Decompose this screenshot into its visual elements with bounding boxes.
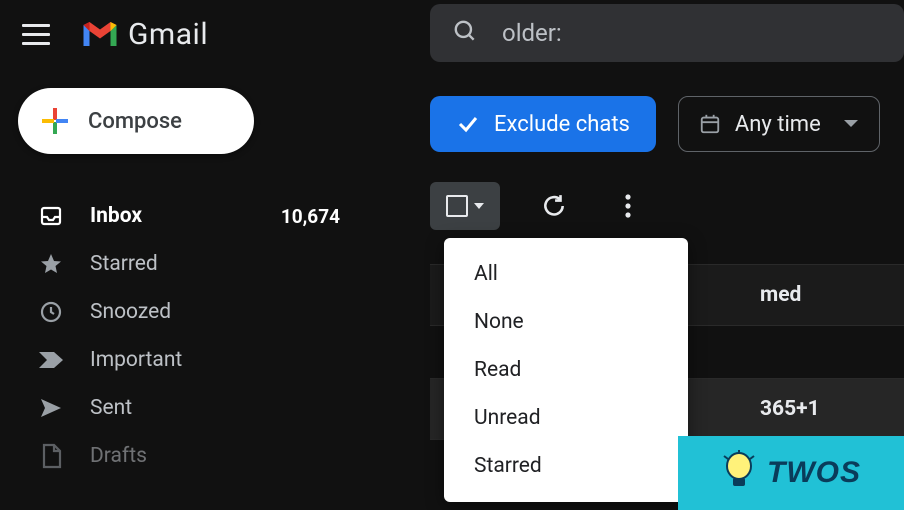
plus-icon bbox=[40, 106, 70, 136]
sidebar-item-label: Sent bbox=[90, 396, 132, 420]
check-icon bbox=[456, 112, 480, 136]
time-filter-chip[interactable]: Any time bbox=[678, 96, 880, 152]
gmail-m-icon bbox=[80, 19, 120, 49]
compose-button[interactable]: Compose bbox=[18, 88, 254, 154]
sidebar-item-label: Snoozed bbox=[90, 300, 171, 324]
sidebar-item-label: Drafts bbox=[90, 444, 147, 468]
important-icon bbox=[38, 347, 64, 373]
message-snippet: 365+1 bbox=[760, 397, 820, 421]
star-icon bbox=[38, 251, 64, 277]
watermark-badge: TWOS bbox=[678, 436, 904, 510]
app-name: Gmail bbox=[128, 17, 208, 52]
chip-label: Exclude chats bbox=[494, 112, 630, 137]
badge-text: TWOS bbox=[767, 456, 861, 490]
chevron-down-icon bbox=[474, 203, 484, 209]
menu-item-unread[interactable]: Unread bbox=[444, 394, 688, 442]
search-icon bbox=[452, 18, 478, 48]
chip-label: Any time bbox=[735, 112, 821, 137]
more-button[interactable] bbox=[608, 186, 648, 226]
inbox-count: 10,674 bbox=[281, 205, 340, 228]
menu-item-read[interactable]: Read bbox=[444, 346, 688, 394]
clock-icon bbox=[38, 299, 64, 325]
calendar-icon bbox=[699, 113, 721, 135]
gmail-logo[interactable]: Gmail bbox=[80, 17, 208, 52]
compose-label: Compose bbox=[88, 109, 182, 134]
sidebar-item-important[interactable]: Important bbox=[18, 336, 380, 384]
sidebar-item-inbox[interactable]: Inbox 10,674 bbox=[18, 192, 380, 240]
lightbulb-icon bbox=[721, 450, 757, 496]
sidebar-item-starred[interactable]: Starred bbox=[18, 240, 380, 288]
send-icon bbox=[38, 395, 64, 421]
chevron-down-icon bbox=[843, 119, 859, 129]
sidebar-item-snoozed[interactable]: Snoozed bbox=[18, 288, 380, 336]
inbox-icon bbox=[38, 203, 64, 229]
main-area: Exclude chats Any time bbox=[430, 96, 904, 234]
menu-item-all[interactable]: All bbox=[444, 250, 688, 298]
filter-chips: Exclude chats Any time bbox=[430, 96, 904, 152]
checkbox-icon bbox=[446, 195, 468, 217]
mail-toolbar bbox=[430, 178, 904, 234]
sidebar-item-sent[interactable]: Sent bbox=[18, 384, 380, 432]
search-input[interactable]: older: bbox=[502, 19, 562, 47]
sidebar-item-label: Inbox bbox=[90, 204, 142, 228]
exclude-chats-chip[interactable]: Exclude chats bbox=[430, 96, 656, 152]
sidebar-item-drafts[interactable]: Drafts bbox=[18, 432, 380, 480]
search-bar[interactable]: older: bbox=[430, 4, 904, 62]
refresh-button[interactable] bbox=[534, 186, 574, 226]
sidebar-item-label: Important bbox=[90, 348, 182, 372]
sidebar: Compose Inbox 10,674 Starred Snoozed Imp… bbox=[0, 88, 380, 480]
menu-item-starred[interactable]: Starred bbox=[444, 442, 688, 490]
sidebar-item-label: Starred bbox=[90, 252, 158, 276]
select-dropdown-menu: All None Read Unread Starred bbox=[444, 238, 688, 502]
menu-item-none[interactable]: None bbox=[444, 298, 688, 346]
menu-icon[interactable] bbox=[20, 18, 52, 50]
draft-icon bbox=[38, 443, 64, 469]
message-snippet: med bbox=[760, 283, 801, 307]
select-all-dropdown[interactable] bbox=[430, 182, 500, 230]
